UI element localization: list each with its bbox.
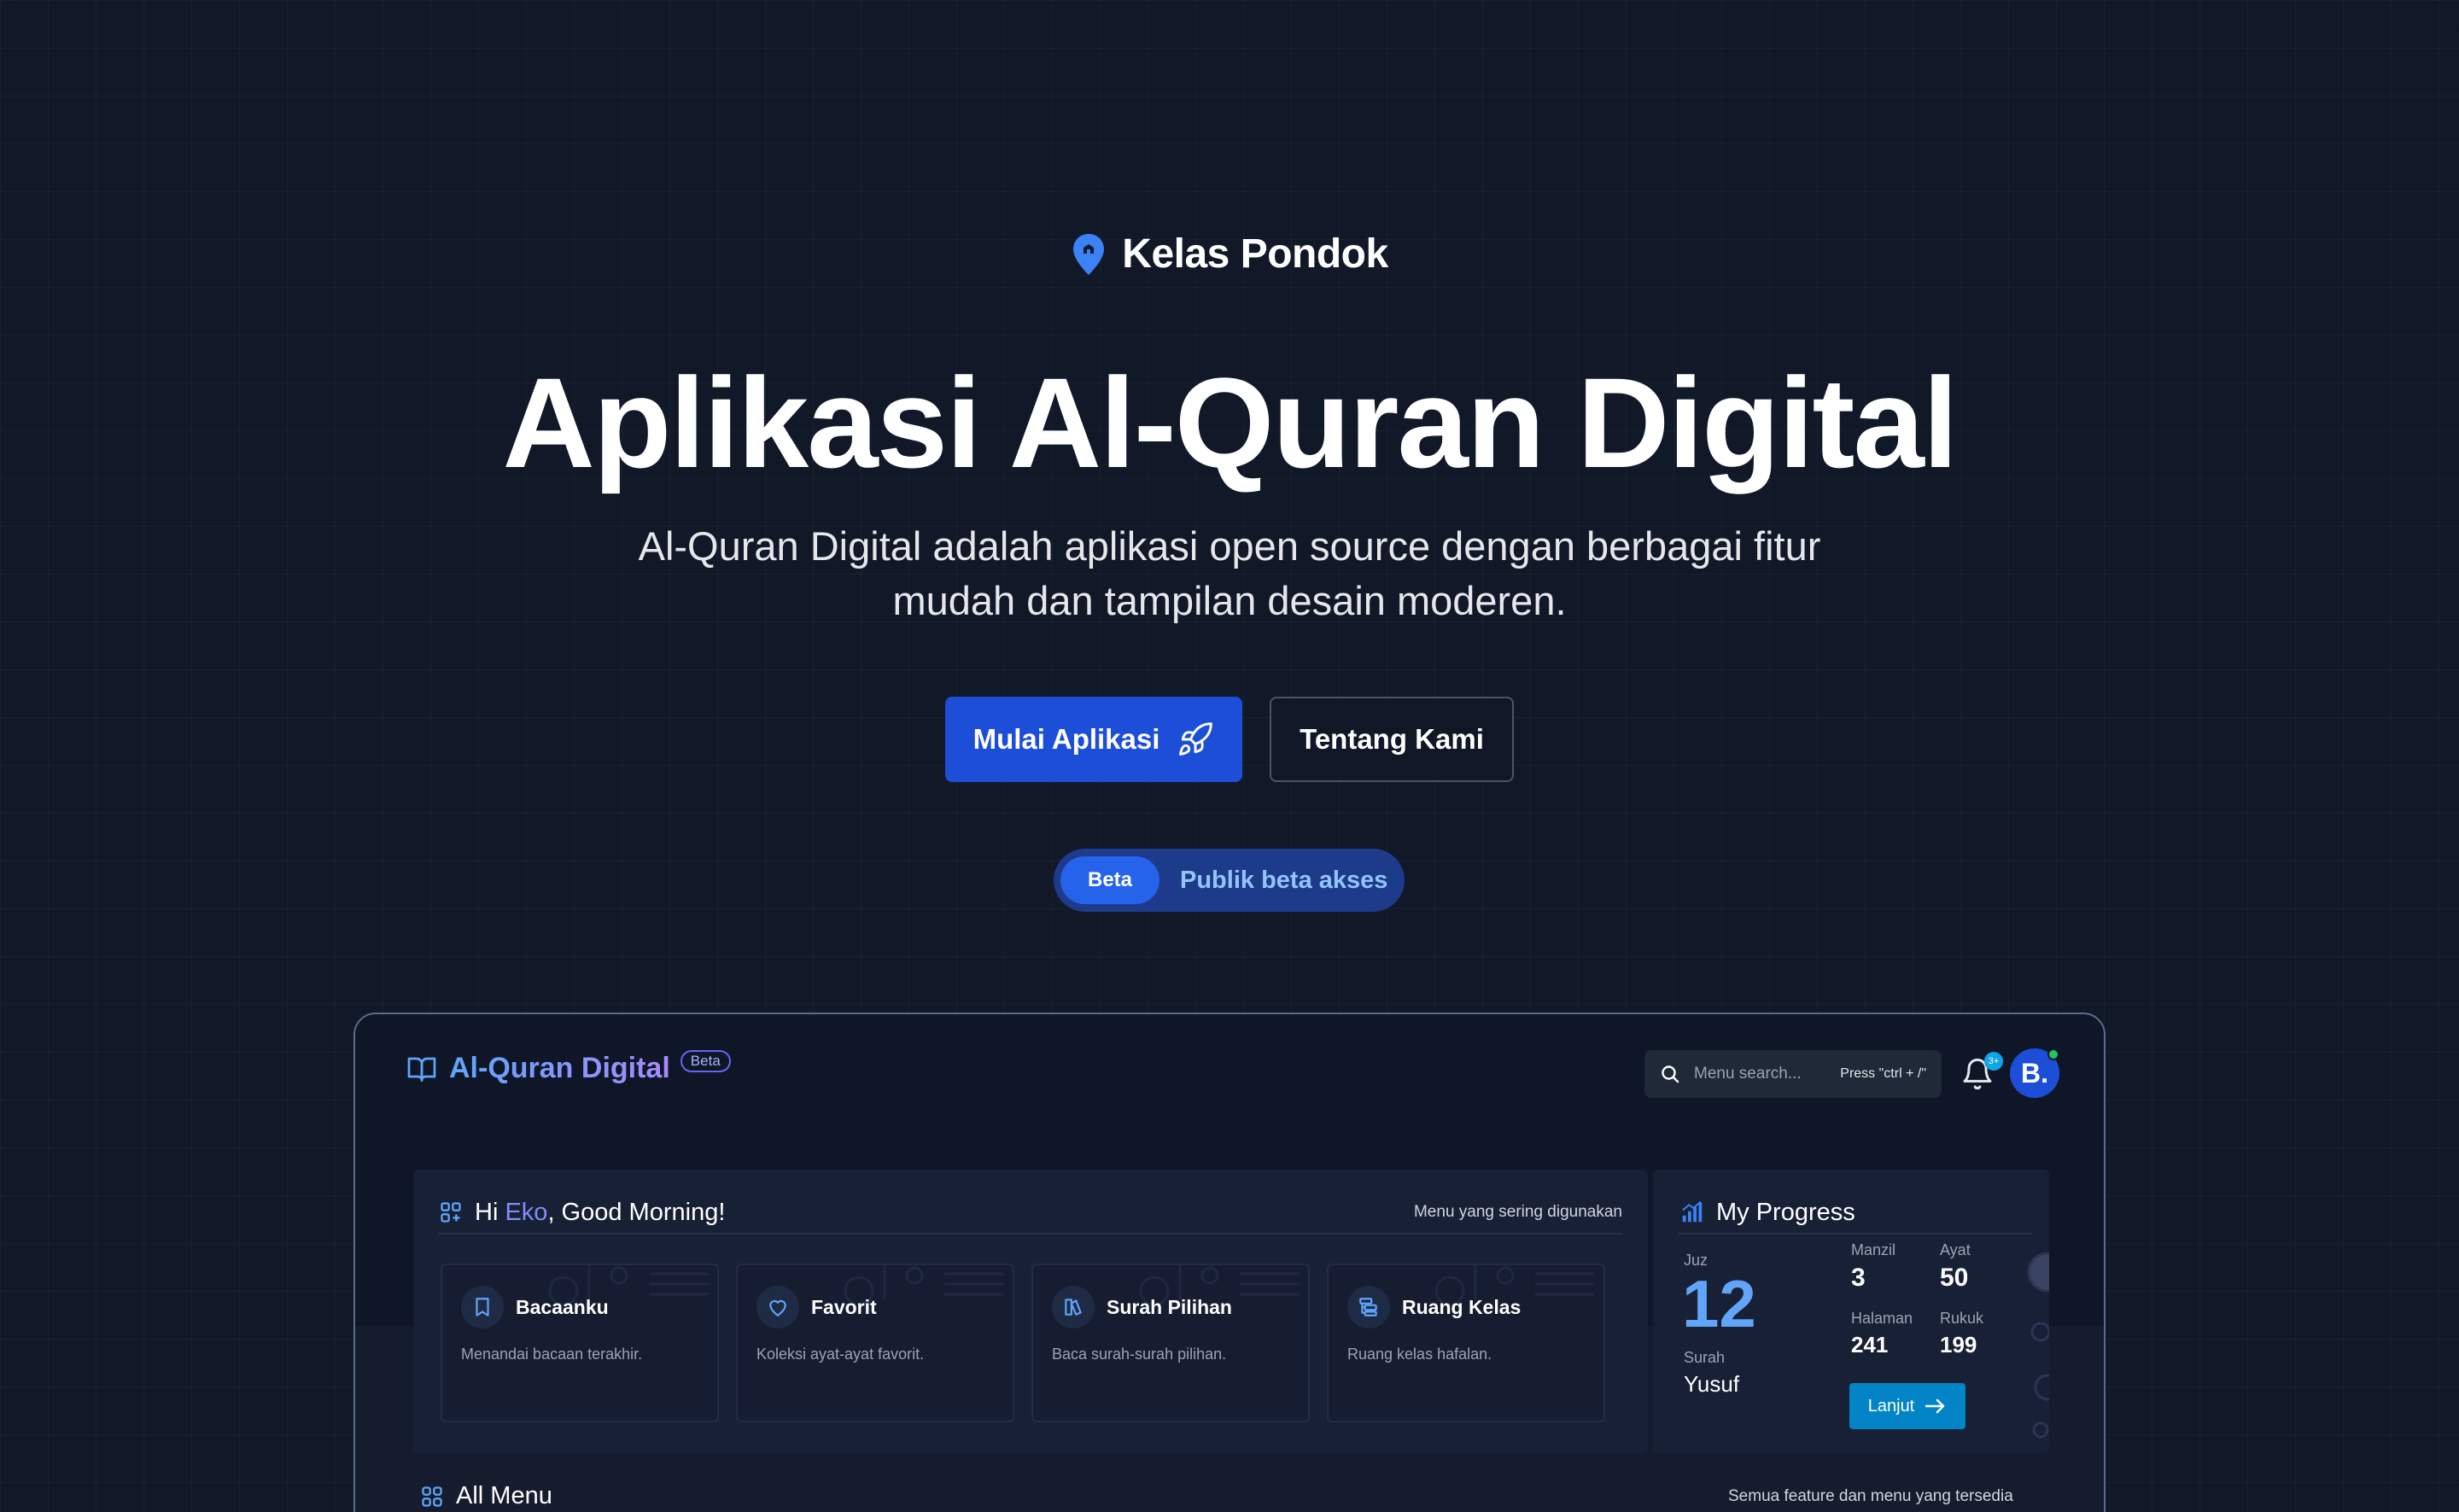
ayat-value: 50 [1940, 1264, 1969, 1292]
quick-item-label: Surah Pilihan [1107, 1295, 1232, 1318]
page: Kelas Pondok Aplikasi Al-Quran Digital A… [0, 0, 2459, 1512]
continue-label: Lanjut [1867, 1396, 1915, 1416]
all-menu-header: All Menu [420, 1482, 552, 1510]
cta-row: Mulai Aplikasi Tentang Kami [0, 697, 2459, 782]
manzil-value: 3 [1851, 1264, 1866, 1292]
notification-button[interactable]: 3+ [1960, 1052, 2003, 1091]
hero-subtitle-line1: Al-Quran Digital adalah aplikasi open so… [638, 523, 1821, 569]
avatar-letter: B. [2021, 1057, 2048, 1089]
surah-value: Yusuf [1684, 1371, 1740, 1397]
app-beta-badge: Beta [680, 1049, 731, 1072]
menu-search[interactable]: Menu search... Press "ctrl + /" [1644, 1050, 1942, 1098]
quick-item-surah-pilihan[interactable]: Surah Pilihan Baca surah-surah pilihan. [1031, 1264, 1310, 1422]
quick-menu-list: Bacaanku Menandai bacaan terakhir. Favor… [441, 1264, 1605, 1422]
open-book-icon [407, 1057, 436, 1082]
quick-item-desc: Menandai bacaan terakhir. [461, 1346, 643, 1363]
rocket-icon [1179, 722, 1213, 756]
beta-tag: Beta [1060, 856, 1159, 904]
search-placeholder: Menu search... [1694, 1065, 1802, 1083]
hero-subtitle-line2: mudah dan tampilan desain moderen. [892, 578, 1567, 623]
quick-item-desc: Koleksi ayat-ayat favorit. [756, 1346, 925, 1363]
classroom-icon [1359, 1298, 1377, 1316]
brand-name: Kelas Pondok [1122, 231, 1388, 277]
quick-item-ruang-kelas[interactable]: Ruang Kelas Ruang kelas hafalan. [1327, 1264, 1605, 1422]
frequent-menu-label: Menu yang sering digunakan [1413, 1203, 1622, 1221]
halaman-value: 241 [1851, 1332, 1889, 1357]
all-menu-title: All Menu [456, 1482, 552, 1509]
apps-icon [441, 1202, 461, 1223]
online-status-dot [2047, 1048, 2059, 1060]
progress-header: My Progress [1679, 1192, 2032, 1235]
quick-item-bacaanku[interactable]: Bacaanku Menandai bacaan terakhir. [441, 1264, 719, 1422]
progress-title: My Progress [1716, 1198, 1855, 1226]
quick-item-label: Bacaanku [516, 1295, 609, 1318]
location-pin-icon [1073, 233, 1105, 275]
quick-item-label: Ruang Kelas [1402, 1295, 1522, 1318]
surah-label: Surah [1684, 1349, 1726, 1366]
app-preview: Al-Quran Digital Beta Menu search... Pre… [353, 1013, 2106, 1512]
all-menu-caption: Semua feature dan menu yang tersedia [1728, 1487, 2013, 1505]
greeting-suffix: , Good Morning! [547, 1198, 726, 1226]
progress-card: My Progress Juz 12 Surah Yusuf Manzil 3 … [1653, 1170, 2049, 1453]
about-us-button[interactable]: Tentang Kami [1270, 697, 1514, 782]
quick-item-desc: Ruang kelas hafalan. [1347, 1346, 1492, 1363]
quick-item-desc: Baca surah-surah pilihan. [1052, 1346, 1227, 1363]
beta-text: Publik beta akses [1180, 866, 1388, 894]
grid-icon [422, 1486, 442, 1507]
juz-value: 12 [1682, 1266, 1756, 1341]
avatar[interactable]: B. [2010, 1048, 2059, 1098]
search-icon [1662, 1065, 1679, 1083]
user-name: Eko [505, 1198, 548, 1226]
start-app-button[interactable]: Mulai Aplikasi [945, 697, 1242, 782]
greeting-header: Hi Eko, Good Morning! Menu yang sering d… [439, 1192, 1622, 1235]
bar-chart-icon [1682, 1200, 1703, 1223]
halaman-label: Halaman [1851, 1310, 1913, 1327]
beta-pill[interactable]: Beta Publik beta akses [1054, 849, 1405, 912]
search-shortcut-hint: Press "ctrl + /" [1840, 1066, 1926, 1081]
ayat-label: Ayat [1940, 1241, 1971, 1258]
greeting-card: Hi Eko, Good Morning! Menu yang sering d… [413, 1170, 1648, 1453]
app-logo[interactable]: Al-Quran Digital Beta [405, 1049, 731, 1085]
quick-item-label: Favorit [811, 1295, 877, 1318]
app-logo-text: Al-Quran Digital [449, 1052, 670, 1084]
rukuk-value: 199 [1940, 1332, 1977, 1357]
brand[interactable]: Kelas Pondok [0, 231, 2459, 277]
book-select-icon [1065, 1299, 1082, 1316]
heart-icon [769, 1299, 786, 1316]
quick-item-favorit[interactable]: Favorit Koleksi ayat-ayat favorit. [736, 1264, 1014, 1422]
rukuk-label: Rukuk [1940, 1310, 1984, 1327]
arrow-right-icon [1925, 1398, 1945, 1414]
hero-subtitle: Al-Quran Digital adalah aplikasi open so… [581, 519, 1878, 628]
decorative-circles [2027, 1252, 2049, 1439]
manzil-label: Manzil [1851, 1241, 1896, 1258]
notification-count: 3+ [1984, 1052, 2003, 1071]
greeting-title: Hi Eko, Good Morning! [475, 1199, 725, 1227]
hero-title: Aplikasi Al-Quran Digital [502, 351, 1958, 494]
greeting-prefix: Hi [475, 1198, 505, 1226]
bookmark-icon [476, 1298, 489, 1316]
start-app-label: Mulai Aplikasi [973, 723, 1160, 755]
continue-button[interactable]: Lanjut [1849, 1383, 1965, 1429]
